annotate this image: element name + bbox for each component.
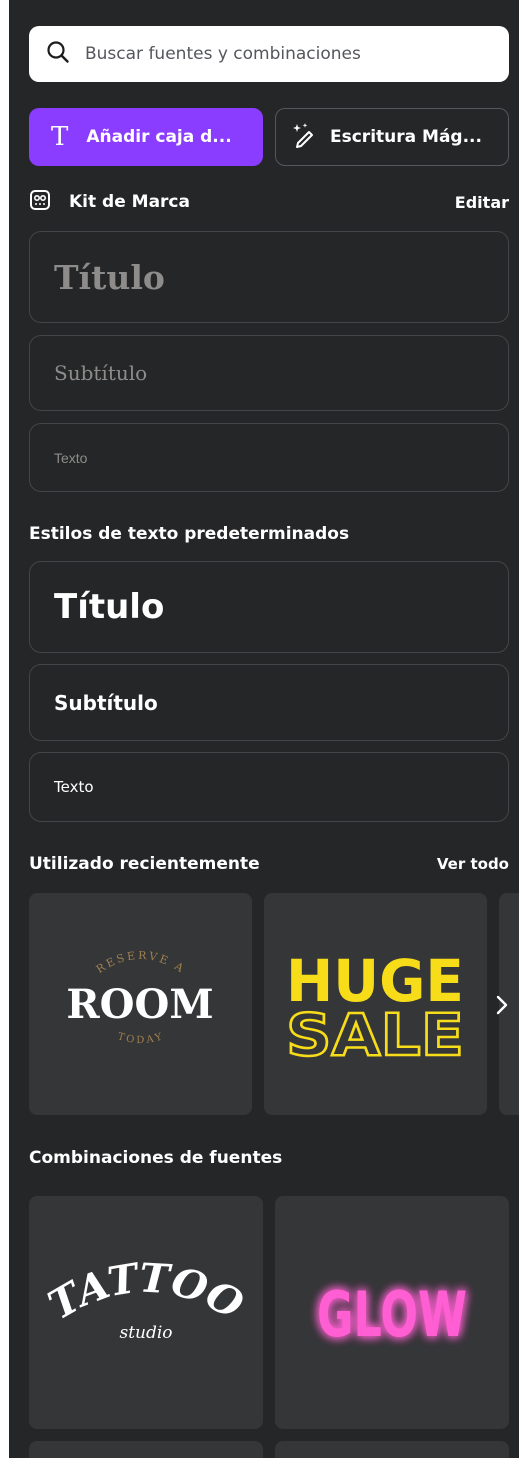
search-bar[interactable] (29, 26, 509, 82)
combination-item-partial-1[interactable] (29, 1441, 263, 1458)
magic-write-icon (290, 121, 330, 154)
glow-main-text: GLOW (317, 1278, 467, 1351)
brand-subheading-text: Subtítulo (54, 361, 148, 385)
recent-header: Utilizado recientemente Ver todo (29, 850, 509, 878)
combination-item-glow[interactable]: GLOW (275, 1196, 509, 1429)
search-input[interactable] (85, 44, 485, 64)
combinations-title: Combinaciones de fuentes (29, 1148, 283, 1168)
combination-item-partial-2[interactable] (275, 1441, 509, 1458)
recent-title: Utilizado recientemente (29, 854, 260, 874)
default-heading-text: Título (54, 587, 165, 627)
svg-text:TATTOO: TATTOO (40, 1254, 251, 1329)
brand-kit-icon (29, 189, 69, 216)
brand-kit-edit-link[interactable]: Editar (455, 193, 509, 212)
tattoo-main-text: TATTOO (40, 1254, 251, 1329)
default-body-style[interactable]: Texto (29, 752, 509, 822)
default-heading-style[interactable]: Título (29, 561, 509, 653)
default-styles-header: Estilos de texto predeterminados (29, 520, 509, 548)
add-text-box-label: Añadir caja d... (86, 127, 232, 147)
brand-body-text: Texto (54, 449, 88, 466)
svg-text:TODAY: TODAY (116, 1031, 166, 1046)
recent-item-huge-sale[interactable]: HUGE SALE (264, 893, 487, 1115)
add-text-box-button[interactable]: T Añadir caja d... (29, 108, 263, 166)
text-panel: T Añadir caja d... Escritura Mág... Ki (9, 0, 519, 1458)
magic-write-button[interactable]: Escritura Mág... (275, 108, 509, 166)
default-subheading-style[interactable]: Subtítulo (29, 664, 509, 741)
search-icon (45, 39, 71, 69)
default-subheading-text: Subtítulo (54, 690, 158, 715)
recent-see-all-link[interactable]: Ver todo (437, 855, 509, 873)
room-main-text: ROOM (66, 981, 213, 1028)
sale-text: SALE (286, 1001, 464, 1069)
brand-heading-style[interactable]: Título (29, 231, 509, 323)
room-bottom-text: TODAY (116, 1031, 163, 1046)
combinations-header: Combinaciones de fuentes (29, 1144, 509, 1172)
recent-item-reserve-a-room[interactable]: RESERVE A ROOM TODAY (29, 893, 252, 1115)
brand-kit-header: Kit de Marca Editar (29, 188, 509, 216)
chevron-right-icon[interactable] (491, 990, 513, 1020)
svg-text:RESERVE A: RESERVE A (94, 949, 188, 976)
brand-heading-text: Título (54, 257, 165, 297)
default-body-text: Texto (54, 778, 94, 796)
room-top-text: RESERVE A (94, 949, 185, 976)
brand-kit-title: Kit de Marca (69, 192, 190, 212)
combination-item-tattoo-studio[interactable]: TATTOO studio (29, 1196, 263, 1429)
magic-write-label: Escritura Mág... (330, 127, 482, 147)
text-icon: T (51, 122, 69, 152)
default-styles-title: Estilos de texto predeterminados (29, 524, 350, 544)
tattoo-sub-text: studio (119, 1323, 172, 1343)
brand-body-style[interactable]: Texto (29, 423, 509, 492)
brand-subheading-style[interactable]: Subtítulo (29, 335, 509, 411)
